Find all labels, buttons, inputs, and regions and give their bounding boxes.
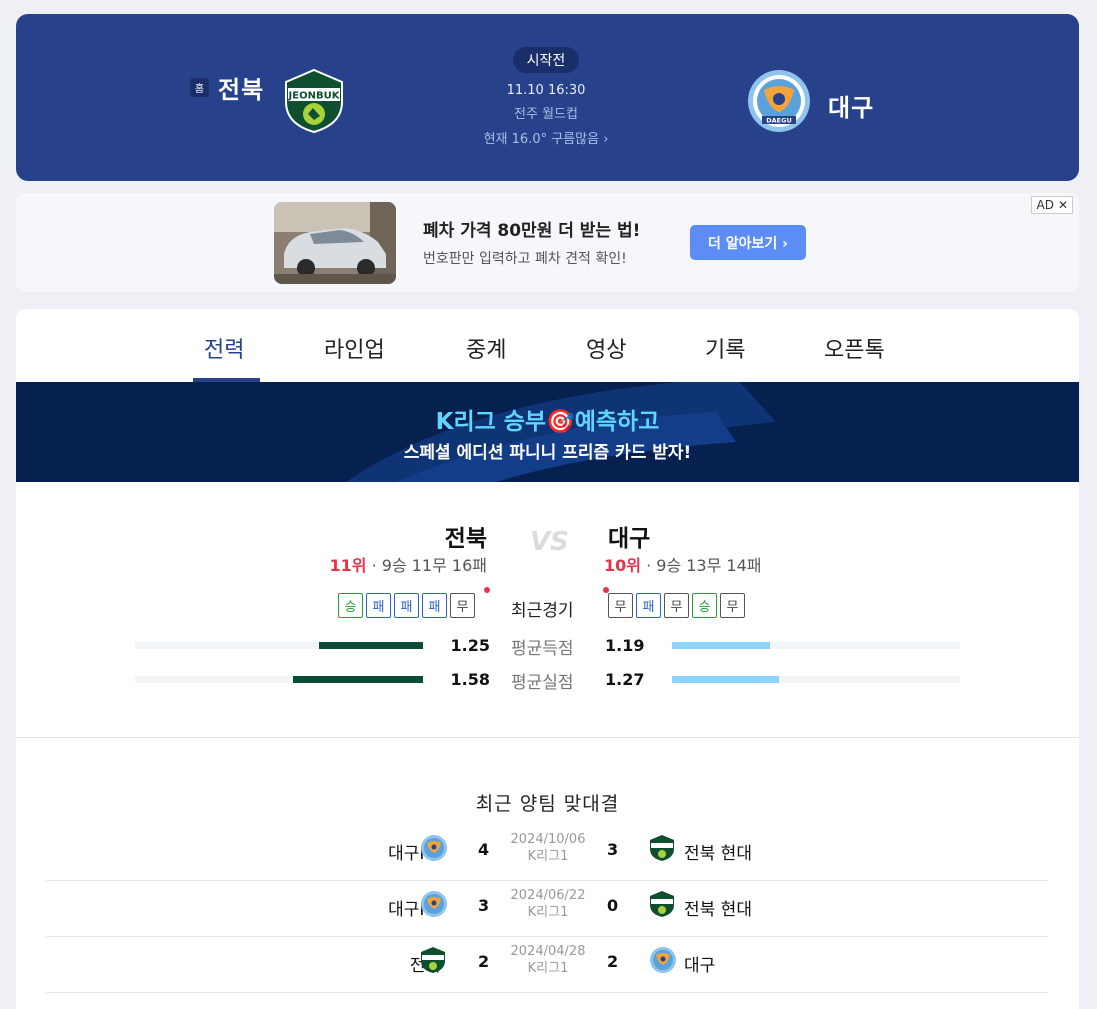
h2h-league: K리그1 <box>527 905 569 920</box>
form-result: 무 <box>450 593 475 618</box>
form-result: 패 <box>366 593 391 618</box>
head-to-head-row[interactable]: 대구FC 4 2024/10/06 K리그1 3 전북 현대 <box>46 825 1048 881</box>
away-rank: 10위 <box>604 556 641 575</box>
banner-headline: K리그 승부🎯예측하고 <box>435 409 660 435</box>
home-record: · 9승 11무 16패 <box>371 556 487 575</box>
compare-home-name: 전북 <box>444 526 487 552</box>
form-result: 무 <box>664 593 689 618</box>
form-result: 패 <box>394 593 419 618</box>
compare-away-name: 대구 <box>608 526 651 552</box>
tab-open-talk[interactable]: 오픈톡 <box>824 332 885 364</box>
venue: 전주 월드컵 <box>514 107 578 122</box>
daegu-logo-wordmark: DAEGU <box>766 117 791 125</box>
away-team-name[interactable]: 대구 <box>828 88 874 123</box>
home-badge: 홈 <box>190 78 209 97</box>
close-icon[interactable]: ✕ <box>1058 198 1068 212</box>
away-record: · 9승 13무 14패 <box>646 556 762 575</box>
vs-label: VS <box>530 527 569 557</box>
h2h-home-score: 3 <box>478 896 490 915</box>
form-result: 무 <box>720 593 745 618</box>
stat-row-goals-against: 1.58 평균실점 1.27 <box>16 668 1079 693</box>
jeonbuk-logo-icon[interactable]: JEONBUK <box>282 68 346 138</box>
head-to-head-title: 최근 양팀 맞대결 <box>475 793 620 815</box>
ad-car-image[interactable] <box>274 202 396 284</box>
h2h-away-team: 대구 <box>684 956 716 976</box>
tab-broadcast[interactable]: 중계 <box>466 332 506 364</box>
ad-description[interactable]: 번호판만 입력하고 폐차 견적 확인! <box>423 248 627 268</box>
h2h-away-score: 0 <box>607 896 619 915</box>
away-recent-form: 무패무승무 <box>608 593 745 618</box>
form-result: 패 <box>422 593 447 618</box>
ad-title[interactable]: 폐차 가격 80만원 더 받는 법! <box>423 216 640 241</box>
jeonbuk-logo-icon <box>648 834 676 866</box>
daegu-logo-icon <box>419 834 449 866</box>
h2h-league: K리그1 <box>527 849 569 864</box>
h2h-away-team: 전북 현대 <box>684 900 752 920</box>
h2h-away-team: 전북 현대 <box>684 844 752 864</box>
tab-video[interactable]: 영상 <box>586 332 626 364</box>
ad-tag: AD <box>1036 198 1054 212</box>
home-recent-form: 승패패패무 <box>338 593 475 618</box>
ad-banner[interactable]: 폐차 가격 80만원 더 받는 법! 번호판만 입력하고 폐차 견적 확인! 더… <box>16 193 1079 292</box>
away-season-record: 10위 · 9승 13무 14패 <box>604 552 762 576</box>
form-result: 무 <box>608 593 633 618</box>
recent-matches-label: 최근경기 <box>511 601 574 621</box>
home-goals-for-bar <box>319 642 423 649</box>
h2h-date: 2024/10/06 K리그1 <box>498 831 598 865</box>
home-goals-against-value: 1.58 <box>450 670 490 689</box>
tab-bar: 전력 라인업 중계 영상 기록 오픈톡 <box>16 309 1079 382</box>
h2h-home-score: 2 <box>478 952 490 971</box>
latest-match-dot <box>484 587 490 593</box>
jeonbuk-logo-wordmark: JEONBUK <box>288 91 341 102</box>
stat-label: 평균실점 <box>511 673 574 693</box>
main-card: 전력 라인업 중계 영상 기록 오픈톡 K리그 승부🎯예측하고 스페셜 에디션 … <box>16 309 1079 1009</box>
promo-banner[interactable]: K리그 승부🎯예측하고 스페셜 에디션 파니니 프리즘 카드 받자! <box>16 382 1079 482</box>
home-season-record: 11위 · 9승 11무 16패 <box>330 552 488 576</box>
section-divider <box>16 737 1079 738</box>
home-goals-against-bar <box>293 676 423 683</box>
form-result: 패 <box>636 593 661 618</box>
ad-label[interactable]: AD ✕ <box>1031 196 1073 214</box>
match-info: 시작전 11.10 16:30 전주 월드컵 현재 16.0° 구름많음 › <box>446 47 646 147</box>
h2h-date: 2024/06/22 K리그1 <box>498 887 598 921</box>
daegu-logo-icon[interactable]: DAEGU <box>744 68 814 138</box>
h2h-match-date: 2024/10/06 <box>510 832 586 847</box>
jeonbuk-logo-icon <box>419 946 447 978</box>
away-goals-against-value: 1.27 <box>605 670 645 689</box>
match-header: 홈 전북 JEONBUK 시작전 11.10 16:30 전주 월드컵 현재 1… <box>16 14 1079 181</box>
home-rank: 11위 <box>329 556 367 575</box>
weather-link[interactable]: 현재 16.0° 구름많음 › <box>446 128 646 147</box>
jeonbuk-logo-icon <box>648 890 676 922</box>
kickoff-time: 11.10 16:30 <box>506 83 586 98</box>
tab-analysis[interactable]: 전력 <box>204 332 244 364</box>
h2h-league: K리그1 <box>527 961 569 976</box>
home-goals-for-value: 1.25 <box>450 636 490 655</box>
h2h-away-score: 3 <box>607 840 619 859</box>
daegu-logo-icon <box>419 890 449 922</box>
h2h-match-date: 2024/06/22 <box>510 888 586 903</box>
stat-label: 평균득점 <box>511 639 574 659</box>
away-goals-against-bar <box>672 676 779 683</box>
h2h-home-score: 4 <box>478 840 490 859</box>
h2h-away-score: 2 <box>607 952 619 971</box>
banner-subline: 스페셜 에디션 파니니 프리즘 카드 받자! <box>403 443 692 463</box>
head-to-head-row[interactable]: 전북22024/04/28K리그12대구 <box>46 937 1048 993</box>
home-team[interactable]: 홈 전북 <box>190 70 264 105</box>
match-status-badge: 시작전 <box>512 47 580 73</box>
h2h-date: 2024/04/28 K리그1 <box>498 943 598 977</box>
ad-learn-more-button[interactable]: 더 알아보기 › <box>690 225 806 260</box>
stat-row-goals-for: 1.25 평균득점 1.19 <box>16 634 1079 659</box>
tab-records[interactable]: 기록 <box>705 332 745 364</box>
form-result: 승 <box>692 593 717 618</box>
home-team-name[interactable]: 전북 <box>218 70 264 105</box>
away-goals-for-bar <box>672 642 770 649</box>
away-goals-for-value: 1.19 <box>605 636 645 655</box>
head-to-head-row[interactable]: 대구FC 3 2024/06/22 K리그1 0 전북 현대 <box>46 881 1048 937</box>
tab-lineup[interactable]: 라인업 <box>324 332 385 364</box>
form-result: 승 <box>338 593 363 618</box>
daegu-logo-icon <box>648 946 678 978</box>
h2h-match-date: 2024/04/28 <box>510 944 586 959</box>
